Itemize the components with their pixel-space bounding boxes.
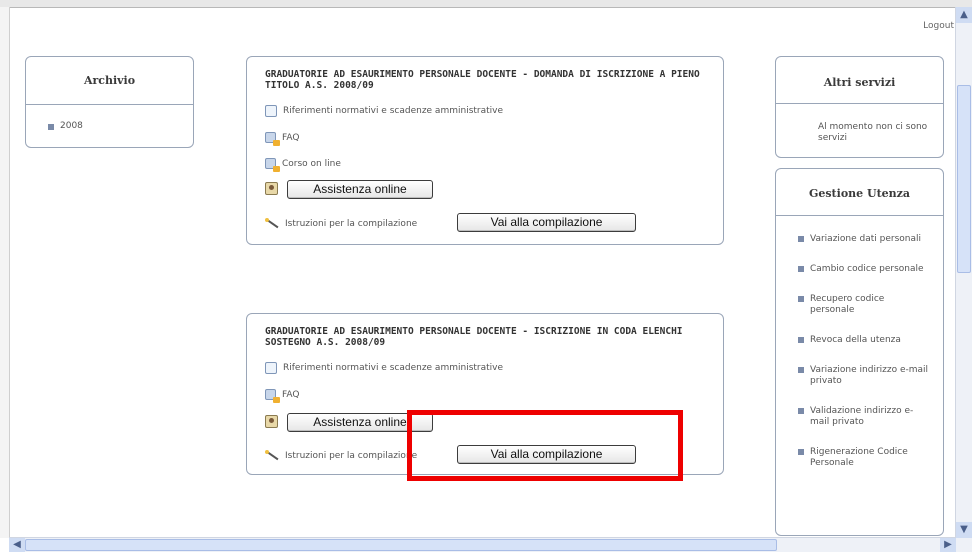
istruzioni-label: Istruzioni per la compilazione bbox=[285, 219, 418, 229]
gestione-item-label: Rigenerazione Codice Personale bbox=[810, 447, 908, 468]
gestione-item-variazione-email[interactable]: Variazione indirizzo e-mail privato bbox=[798, 365, 943, 387]
istruzioni-link[interactable]: Istruzioni per la compilazione bbox=[265, 450, 417, 462]
faq-icon bbox=[265, 389, 280, 403]
gestione-item-label: Validazione indirizzo e-mail privato bbox=[810, 406, 914, 427]
gestione-item-label: Cambio codice personale bbox=[810, 264, 924, 274]
bullet-icon bbox=[798, 266, 804, 272]
archivio-title: Archivio bbox=[83, 74, 136, 87]
faq-icon bbox=[265, 132, 280, 146]
archivio-panel: Archivio 2008 bbox=[25, 56, 194, 148]
help-icon bbox=[265, 182, 278, 195]
archivio-item-2008[interactable]: 2008 bbox=[26, 105, 193, 131]
document-icon bbox=[265, 362, 277, 374]
faq-label: FAQ bbox=[282, 389, 300, 400]
vertical-scrollbar[interactable]: ▲ ▼ bbox=[955, 7, 972, 538]
gestione-item-variazione-dati[interactable]: Variazione dati personali bbox=[798, 234, 943, 245]
horizontal-scrollbar[interactable]: ◀ ▶ bbox=[9, 537, 956, 552]
window-left-border bbox=[0, 7, 10, 538]
corso-link[interactable]: Corso on line bbox=[265, 158, 341, 172]
riferimenti-link[interactable]: Riferimenti normativi e scadenze amminis… bbox=[265, 362, 503, 374]
bullet-icon bbox=[798, 449, 804, 455]
corso-label: Corso on line bbox=[282, 158, 341, 169]
istruzioni-label: Istruzioni per la compilazione bbox=[285, 451, 418, 461]
horizontal-scroll-thumb[interactable] bbox=[25, 539, 777, 551]
bullet-icon bbox=[798, 408, 804, 414]
riferimenti-link[interactable]: Riferimenti normativi e scadenze amminis… bbox=[265, 105, 503, 117]
assistenza-online-button[interactable]: Assistenza online bbox=[287, 180, 433, 199]
highlight-box bbox=[407, 410, 683, 481]
faq-label: FAQ bbox=[282, 132, 300, 143]
pencil-icon bbox=[265, 218, 279, 230]
pencil-icon bbox=[265, 450, 279, 462]
assistenza-row bbox=[265, 182, 284, 195]
gestione-item-revoca[interactable]: Revoca della utenza bbox=[798, 335, 943, 346]
gestione-item-rigenerazione[interactable]: Rigenerazione Codice Personale bbox=[798, 447, 943, 469]
bullet-icon bbox=[798, 296, 804, 302]
gestione-utenza-title: Gestione Utenza bbox=[808, 187, 911, 200]
vertical-scroll-thumb[interactable] bbox=[957, 85, 971, 273]
gestione-item-recupero-codice[interactable]: Recupero codice personale bbox=[798, 294, 943, 316]
gestione-item-label: Variazione dati personali bbox=[810, 234, 922, 244]
archivio-item-label: 2008 bbox=[60, 121, 83, 131]
document-icon bbox=[265, 105, 277, 117]
bullet-icon bbox=[798, 236, 804, 242]
assistenza-row bbox=[265, 415, 284, 428]
help-icon bbox=[265, 415, 278, 428]
istruzioni-link[interactable]: Istruzioni per la compilazione bbox=[265, 218, 417, 230]
logout-link[interactable]: Logout bbox=[923, 21, 954, 31]
scroll-left-icon[interactable]: ◀ bbox=[9, 538, 25, 552]
riferimenti-label: Riferimenti normativi e scadenze amminis… bbox=[283, 363, 504, 373]
card-title: GRADUATORIE AD ESAURIMENTO PERSONALE DOC… bbox=[265, 69, 700, 91]
card-title: GRADUATORIE AD ESAURIMENTO PERSONALE DOC… bbox=[265, 326, 683, 348]
gestione-utenza-panel: Gestione Utenza Variazione dati personal… bbox=[775, 168, 944, 536]
bullet-icon bbox=[48, 124, 54, 130]
scroll-down-icon[interactable]: ▼ bbox=[956, 522, 972, 538]
faq-link[interactable]: FAQ bbox=[265, 132, 300, 146]
gestione-item-cambio-codice[interactable]: Cambio codice personale bbox=[798, 264, 943, 275]
riferimenti-label: Riferimenti normativi e scadenze amminis… bbox=[283, 106, 504, 116]
scroll-up-icon[interactable]: ▲ bbox=[956, 7, 972, 23]
gestione-item-label: Recupero codice personale bbox=[810, 294, 885, 315]
gestione-utenza-list: Variazione dati personali Cambio codice … bbox=[776, 216, 943, 469]
altri-servizi-panel: Altri servizi Al momento non ci sono ser… bbox=[775, 56, 944, 158]
gestione-item-label: Variazione indirizzo e-mail privato bbox=[810, 365, 929, 386]
scrollbar-corner bbox=[956, 538, 972, 552]
course-icon bbox=[265, 158, 280, 172]
bullet-icon bbox=[798, 367, 804, 373]
altri-servizi-title: Altri servizi bbox=[823, 76, 896, 89]
card-iscrizione-pieno-titolo: GRADUATORIE AD ESAURIMENTO PERSONALE DOC… bbox=[246, 56, 724, 245]
altri-servizi-text: Al momento non ci sono servizi bbox=[818, 122, 928, 143]
vai-alla-compilazione-button[interactable]: Vai alla compilazione bbox=[457, 213, 636, 232]
gestione-item-label: Revoca della utenza bbox=[810, 335, 901, 345]
bullet-icon bbox=[798, 337, 804, 343]
gestione-item-validazione-email[interactable]: Validazione indirizzo e-mail privato bbox=[798, 406, 943, 428]
window-top-border bbox=[0, 0, 972, 8]
scroll-right-icon[interactable]: ▶ bbox=[940, 538, 956, 552]
faq-link[interactable]: FAQ bbox=[265, 389, 300, 403]
